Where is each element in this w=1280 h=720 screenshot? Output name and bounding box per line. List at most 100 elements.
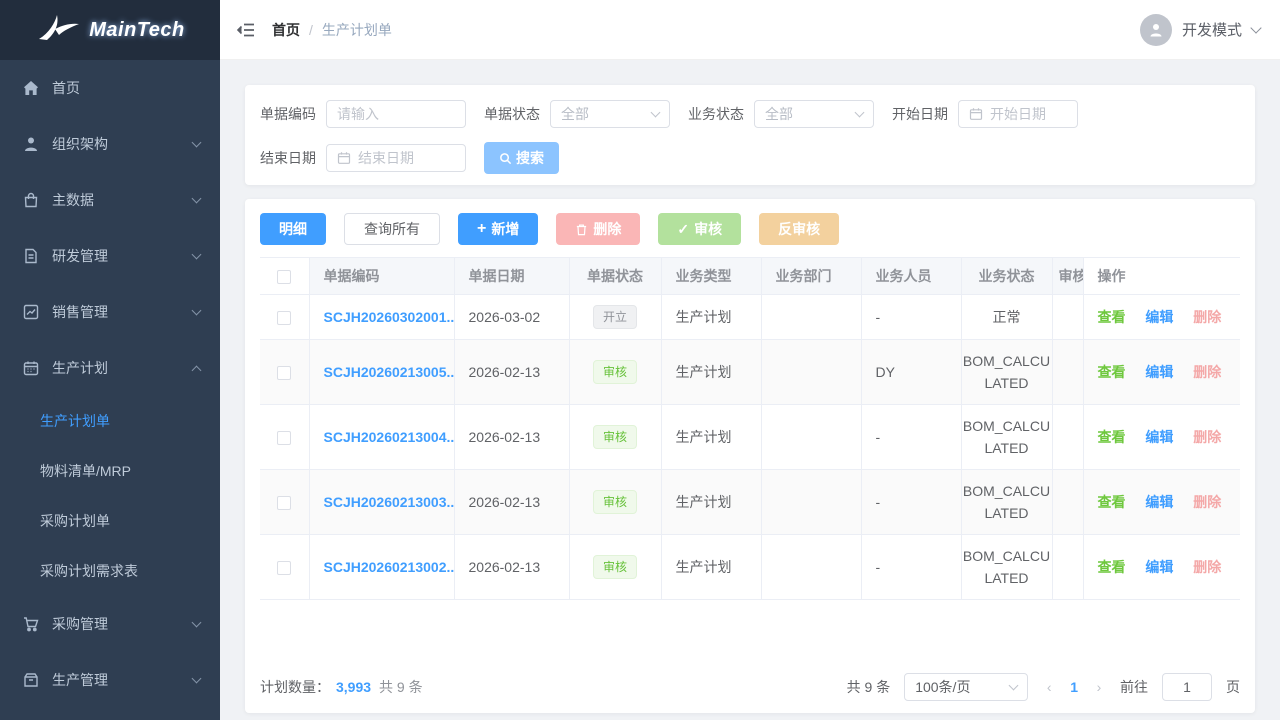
goto-page-input[interactable] (1162, 673, 1212, 701)
row-checkbox[interactable] (277, 366, 291, 380)
code-link[interactable]: SCJH20260302001... (324, 309, 454, 325)
doc-status-value: 全部 (561, 104, 589, 124)
delete-link[interactable]: 删除 (1193, 494, 1221, 510)
edit-link[interactable]: 编辑 (1145, 494, 1173, 510)
calendar-icon (337, 151, 351, 165)
column-header-biz-status: 业务状态 (961, 258, 1052, 294)
plan-count-value: 3,993 (336, 679, 371, 695)
delete-link[interactable]: 删除 (1193, 309, 1221, 325)
goto-label: 前往 (1120, 677, 1148, 697)
edit-link[interactable]: 编辑 (1145, 364, 1173, 380)
bag-icon (22, 191, 40, 209)
delete-link[interactable]: 删除 (1193, 559, 1221, 575)
view-link[interactable]: 查看 (1098, 364, 1126, 380)
sidebar-item-label: 主数据 (52, 190, 193, 210)
sidebar-subitem-production-plan-order[interactable]: 生产计划单 (0, 396, 220, 446)
data-table: 单据编码 单据日期 单据状态 业务类型 业务部门 业务人员 业务状态 审核 操作… (260, 258, 1240, 600)
table-row: SCJH20260213005... 2026-02-13 审核 生产计划 DY… (260, 339, 1240, 404)
home-icon (22, 79, 40, 97)
biz-status-value: 全部 (765, 104, 793, 124)
sidebar-item-master-data[interactable]: 主数据 (0, 172, 220, 228)
view-link[interactable]: 查看 (1098, 494, 1126, 510)
breadcrumb-separator: / (309, 22, 313, 38)
sidebar-subitem-purchase-plan-order[interactable]: 采购计划单 (0, 496, 220, 546)
query-all-button[interactable]: 查询所有 (344, 213, 440, 245)
biz-status-select[interactable]: 全部 (754, 100, 874, 128)
check-icon: ✓ (677, 221, 689, 238)
edit-link[interactable]: 编辑 (1145, 429, 1173, 445)
detail-button[interactable]: 明细 (260, 213, 326, 245)
breadcrumb-home[interactable]: 首页 (272, 20, 300, 40)
sidebar-item-label: 生产计划 (52, 358, 193, 378)
sidebar-item-organization[interactable]: 组织架构 (0, 116, 220, 172)
start-date-picker[interactable]: 开始日期 (958, 100, 1078, 128)
biz-status-filter-label: 业务状态 (688, 104, 744, 124)
delete-button[interactable]: 删除 (556, 213, 640, 245)
sidebar-item-home[interactable]: 首页 (0, 60, 220, 116)
chevron-down-icon (192, 138, 202, 148)
brand-logo: MainTech (0, 0, 220, 60)
code-link[interactable]: SCJH20260213002... (324, 559, 454, 575)
status-badge: 审核 (593, 425, 637, 449)
sidebar-item-production-plan[interactable]: 生产计划 (0, 340, 220, 396)
end-date-picker[interactable]: 结束日期 (326, 144, 466, 172)
user-icon (22, 135, 40, 153)
sidebar-subitem-purchase-plan-demand[interactable]: 采购计划需求表 (0, 546, 220, 596)
table-header-row: 单据编码 单据日期 单据状态 业务类型 业务部门 业务人员 业务状态 审核 操作 (260, 258, 1240, 294)
table-row: SCJH20260302001... 2026-03-02 开立 生产计划 - … (260, 294, 1240, 339)
plan-total: 共 9 条 (379, 677, 423, 697)
row-checkbox[interactable] (277, 561, 291, 575)
view-link[interactable]: 查看 (1098, 429, 1126, 445)
chevron-down-icon (192, 618, 202, 628)
search-icon (499, 152, 512, 165)
page-size-select[interactable]: 100条/页 (904, 673, 1028, 701)
sidebar-item-purchase-management[interactable]: 采购管理 (0, 596, 220, 652)
column-header-date: 单据日期 (454, 258, 569, 294)
code-filter-label: 单据编码 (260, 104, 316, 124)
select-all-checkbox[interactable] (277, 270, 291, 284)
doc-status-select[interactable]: 全部 (550, 100, 670, 128)
chevron-down-icon (1009, 680, 1019, 690)
table-row: SCJH20260213004... 2026-02-13 审核 生产计划 - … (260, 404, 1240, 469)
calendar-icon (969, 107, 983, 121)
sidebar-subitem-bom-mrp[interactable]: 物料清单/MRP (0, 446, 220, 496)
sidebar-item-label: 销售管理 (52, 302, 193, 322)
chevron-down-icon (192, 306, 202, 316)
brand-name: MainTech (89, 19, 185, 42)
doc-status-filter-label: 单据状态 (484, 104, 540, 124)
row-checkbox[interactable] (277, 496, 291, 510)
end-date-placeholder: 结束日期 (358, 148, 414, 168)
unaudit-button[interactable]: 反审核 (759, 213, 839, 245)
sidebar-item-label: 生产管理 (52, 670, 193, 690)
sidebar-item-sales-management[interactable]: 销售管理 (0, 284, 220, 340)
data-table-container: 单据编码 单据日期 单据状态 业务类型 业务部门 业务人员 业务状态 审核 操作… (260, 257, 1240, 661)
view-link[interactable]: 查看 (1098, 309, 1126, 325)
code-filter-input[interactable] (326, 100, 466, 128)
view-link[interactable]: 查看 (1098, 559, 1126, 575)
code-link[interactable]: SCJH20260213003... (324, 494, 454, 510)
row-checkbox[interactable] (277, 431, 291, 445)
sidebar-item-production-management[interactable]: 生产管理 (0, 652, 220, 708)
chevron-down-icon (192, 194, 202, 204)
edit-link[interactable]: 编辑 (1145, 309, 1173, 325)
prev-page-button[interactable]: ‹ (1042, 679, 1056, 695)
add-button[interactable]: +新增 (458, 213, 538, 245)
delete-link[interactable]: 删除 (1193, 364, 1221, 380)
search-button[interactable]: 搜索 (484, 142, 559, 174)
delete-link[interactable]: 删除 (1193, 429, 1221, 445)
chevron-up-icon (192, 365, 202, 375)
next-page-button[interactable]: › (1092, 679, 1106, 695)
code-link[interactable]: SCJH20260213004... (324, 429, 454, 445)
code-link[interactable]: SCJH20260213005... (324, 364, 454, 380)
edit-link[interactable]: 编辑 (1145, 559, 1173, 575)
sidebar-item-rd-management[interactable]: 研发管理 (0, 228, 220, 284)
user-menu[interactable]: 开发模式 (1140, 14, 1260, 46)
page-number[interactable]: 1 (1070, 679, 1078, 695)
row-checkbox[interactable] (277, 311, 291, 325)
sidebar-item-label: 研发管理 (52, 246, 193, 266)
sidebar-fold-icon[interactable] (236, 20, 256, 40)
chevron-down-icon (192, 674, 202, 684)
calendar-icon (22, 359, 40, 377)
audit-button[interactable]: ✓审核 (658, 213, 741, 245)
table-footer: 计划数量： 3,993 共 9 条 共 9 条 100条/页 ‹ 1 › 前往 … (260, 661, 1240, 712)
